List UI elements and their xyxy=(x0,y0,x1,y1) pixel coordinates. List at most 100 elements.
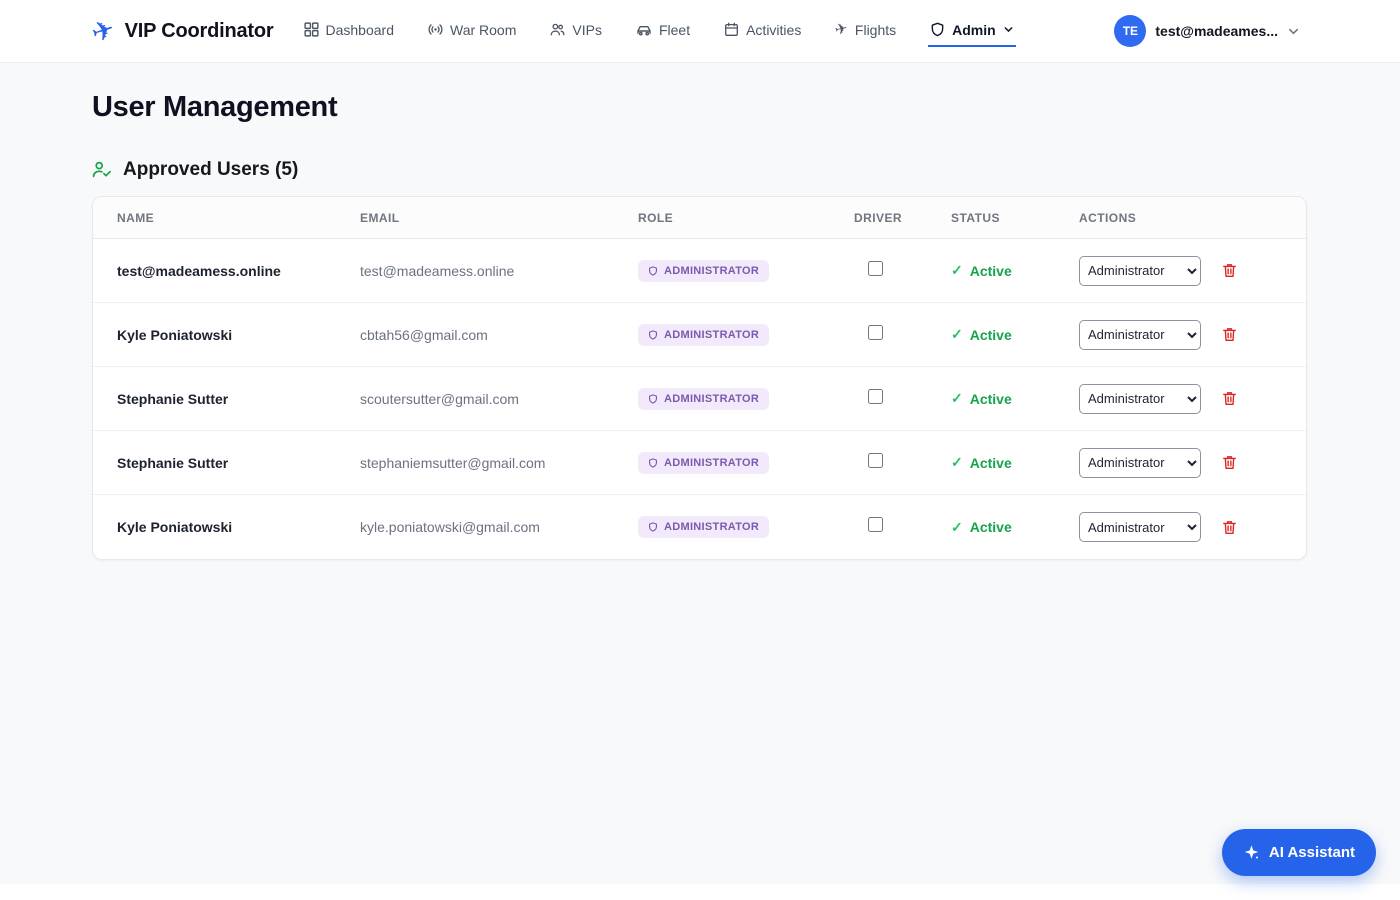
airplane-icon: ✈ xyxy=(834,21,849,38)
role-badge-label: ADMINISTRATOR xyxy=(664,521,759,533)
logo-airplane-icon: ✈ xyxy=(88,15,118,48)
role-select[interactable]: Administrator xyxy=(1079,512,1201,542)
shield-icon xyxy=(648,458,658,468)
col-header-name: NAME xyxy=(117,211,360,225)
table-body: test@madeamess.online test@madeamess.onl… xyxy=(93,239,1306,559)
nav-label-vips: VIPs xyxy=(572,22,602,38)
avatar: TE xyxy=(1114,15,1146,47)
status-label: Active xyxy=(970,263,1012,279)
delete-user-button[interactable] xyxy=(1219,452,1240,473)
dashboard-icon xyxy=(304,22,319,37)
brand[interactable]: ✈ VIP Coordinator xyxy=(92,18,274,45)
nav-item-activities[interactable]: Activities xyxy=(722,16,803,47)
user-name: Stephanie Sutter xyxy=(117,455,360,471)
brand-name: VIP Coordinator xyxy=(125,20,274,43)
status-label: Active xyxy=(970,519,1012,535)
sparkle-icon xyxy=(1243,844,1260,861)
driver-checkbox[interactable] xyxy=(868,325,883,340)
table-row: Stephanie Sutter stephaniemsutter@gmail.… xyxy=(93,431,1306,495)
nav-item-admin[interactable]: Admin xyxy=(928,16,1016,47)
check-icon: ✓ xyxy=(951,454,963,471)
shield-icon xyxy=(648,394,658,404)
shield-icon xyxy=(648,522,658,532)
check-icon: ✓ xyxy=(951,519,963,536)
user-menu[interactable]: TE test@madeames... xyxy=(1114,15,1300,47)
role-badge-label: ADMINISTRATOR xyxy=(664,265,759,277)
driver-checkbox[interactable] xyxy=(868,517,883,532)
role-badge: ADMINISTRATOR xyxy=(638,324,769,346)
users-table: NAME EMAIL ROLE DRIVER STATUS ACTIONS te… xyxy=(92,196,1307,560)
user-name: test@madeamess.online xyxy=(117,263,360,279)
people-icon xyxy=(550,22,565,37)
nav-item-dashboard[interactable]: Dashboard xyxy=(302,16,397,47)
status-label: Active xyxy=(970,455,1012,471)
role-badge: ADMINISTRATOR xyxy=(638,516,769,538)
main-content: User Management Approved Users (5) NAME … xyxy=(0,63,1400,884)
status-badge: ✓ Active xyxy=(951,519,1079,536)
table-row: Stephanie Sutter scoutersutter@gmail.com… xyxy=(93,367,1306,431)
shield-icon xyxy=(648,266,658,276)
car-icon xyxy=(636,22,652,38)
driver-checkbox[interactable] xyxy=(868,453,883,468)
trash-icon xyxy=(1221,519,1238,536)
ai-assistant-button[interactable]: AI Assistant xyxy=(1222,829,1376,876)
check-icon: ✓ xyxy=(951,326,963,343)
role-badge: ADMINISTRATOR xyxy=(638,452,769,474)
trash-icon xyxy=(1221,390,1238,407)
check-icon: ✓ xyxy=(951,262,963,279)
nav-label-war-room: War Room xyxy=(450,22,516,38)
status-badge: ✓ Active xyxy=(951,326,1079,343)
section-title: Approved Users (5) xyxy=(123,159,298,181)
nav-label-admin: Admin xyxy=(952,22,996,38)
table-row: test@madeamess.online test@madeamess.onl… xyxy=(93,239,1306,303)
delete-user-button[interactable] xyxy=(1219,324,1240,345)
nav-label-dashboard: Dashboard xyxy=(326,22,395,38)
navbar: ✈ VIP Coordinator Dashboard War Room VIP… xyxy=(0,0,1400,63)
table-row: Kyle Poniatowski kyle.poniatowski@gmail.… xyxy=(93,495,1306,559)
user-email: cbtah56@gmail.com xyxy=(360,327,638,343)
check-icon: ✓ xyxy=(951,390,963,407)
table-row: Kyle Poniatowski cbtah56@gmail.com ADMIN… xyxy=(93,303,1306,367)
status-badge: ✓ Active xyxy=(951,262,1079,279)
user-email: test@madeamess.online xyxy=(360,263,638,279)
table-header-row: NAME EMAIL ROLE DRIVER STATUS ACTIONS xyxy=(93,197,1306,239)
main-nav: Dashboard War Room VIPs Fleet Activities… xyxy=(302,16,1016,47)
role-badge-label: ADMINISTRATOR xyxy=(664,457,759,469)
delete-user-button[interactable] xyxy=(1219,260,1240,281)
approved-users-section-header: Approved Users (5) xyxy=(92,159,1307,181)
driver-checkbox[interactable] xyxy=(868,389,883,404)
status-badge: ✓ Active xyxy=(951,390,1079,407)
status-badge: ✓ Active xyxy=(951,454,1079,471)
nav-item-war-room[interactable]: War Room xyxy=(426,16,518,47)
col-header-actions: ACTIONS xyxy=(1079,211,1282,225)
calendar-icon xyxy=(724,22,739,37)
role-badge-label: ADMINISTRATOR xyxy=(664,329,759,341)
driver-checkbox[interactable] xyxy=(868,261,883,276)
role-badge: ADMINISTRATOR xyxy=(638,388,769,410)
chevron-down-icon xyxy=(1287,25,1300,38)
role-badge: ADMINISTRATOR xyxy=(638,260,769,282)
role-select[interactable]: Administrator xyxy=(1079,384,1201,414)
col-header-role: ROLE xyxy=(638,211,854,225)
user-menu-email: test@madeames... xyxy=(1155,23,1278,39)
nav-item-fleet[interactable]: Fleet xyxy=(634,16,692,47)
chevron-down-icon xyxy=(1003,24,1014,35)
col-header-driver: DRIVER xyxy=(854,211,951,225)
user-email: stephaniemsutter@gmail.com xyxy=(360,455,638,471)
role-select[interactable]: Administrator xyxy=(1079,448,1201,478)
col-header-status: STATUS xyxy=(951,211,1079,225)
nav-item-vips[interactable]: VIPs xyxy=(548,16,604,47)
shield-icon xyxy=(930,22,945,37)
role-select[interactable]: Administrator xyxy=(1079,320,1201,350)
col-header-email: EMAIL xyxy=(360,211,638,225)
delete-user-button[interactable] xyxy=(1219,388,1240,409)
shield-icon xyxy=(648,330,658,340)
delete-user-button[interactable] xyxy=(1219,517,1240,538)
page-title: User Management xyxy=(92,91,1307,124)
role-select[interactable]: Administrator xyxy=(1079,256,1201,286)
nav-label-activities: Activities xyxy=(746,22,801,38)
nav-item-flights[interactable]: ✈ Flights xyxy=(833,16,898,47)
user-email: kyle.poniatowski@gmail.com xyxy=(360,519,638,535)
trash-icon xyxy=(1221,262,1238,279)
nav-label-flights: Flights xyxy=(855,22,896,38)
